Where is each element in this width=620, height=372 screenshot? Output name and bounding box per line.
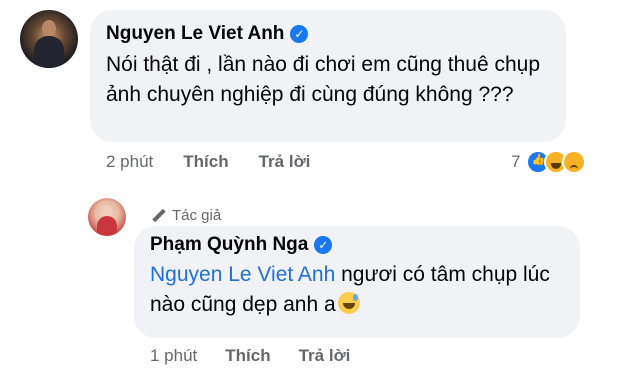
avatar-body	[34, 36, 64, 68]
reaction-count: 7	[511, 152, 521, 171]
author-tag-label: Tác giả	[172, 207, 222, 224]
avatar-dress	[97, 216, 117, 236]
reply-author[interactable]: Phạm Quỳnh Nga ✓	[150, 234, 333, 256]
author-tag: Tác giả	[152, 207, 221, 224]
comment-like-button[interactable]: Thích	[183, 152, 228, 172]
verified-badge-icon: ✓	[290, 25, 309, 43]
reply-time[interactable]: 1 phút	[150, 346, 197, 366]
reply-reply-button[interactable]: Trả lời	[299, 346, 351, 366]
comment-author-avatar[interactable]	[20, 10, 78, 68]
reply-author-avatar[interactable]	[88, 198, 126, 236]
reply-author-name[interactable]: Phạm Quỳnh Nga	[150, 234, 308, 256]
sad-icon	[562, 150, 587, 174]
pencil-icon	[152, 209, 166, 223]
comment-time[interactable]: 2 phút	[106, 152, 153, 172]
avatar-head	[42, 20, 56, 37]
comment-bubble: Nguyen Le Viet Anh ✓ Nói thật đi , lần n…	[90, 10, 566, 142]
comment-reactions[interactable]: 7	[511, 148, 587, 176]
mention-link[interactable]: Nguyen Le Viet Anh	[150, 263, 335, 286]
sweat-smile-icon	[337, 292, 360, 314]
comment-author[interactable]: Nguyen Le Viet Anh ✓	[106, 23, 309, 45]
reply-actions: 1 phút Thích Trả lời	[150, 346, 350, 366]
comment-reply-button[interactable]: Trả lời	[259, 152, 311, 172]
reply-bubble: Phạm Quỳnh Nga ✓ Nguyen Le Viet Anh ngươ…	[134, 226, 580, 338]
reply-like-button[interactable]: Thích	[225, 346, 270, 366]
comment-actions: 2 phút Thích Trả lời	[106, 152, 310, 172]
comment-text: Nói thật đi , lần nào đi chơi em cũng th…	[106, 53, 541, 106]
comment-author-name[interactable]: Nguyen Le Viet Anh	[106, 23, 284, 45]
verified-badge-icon: ✓	[314, 236, 333, 254]
reply-text: Nguyen Le Viet Anh ngươi có tâm chụp lúc…	[150, 260, 570, 320]
